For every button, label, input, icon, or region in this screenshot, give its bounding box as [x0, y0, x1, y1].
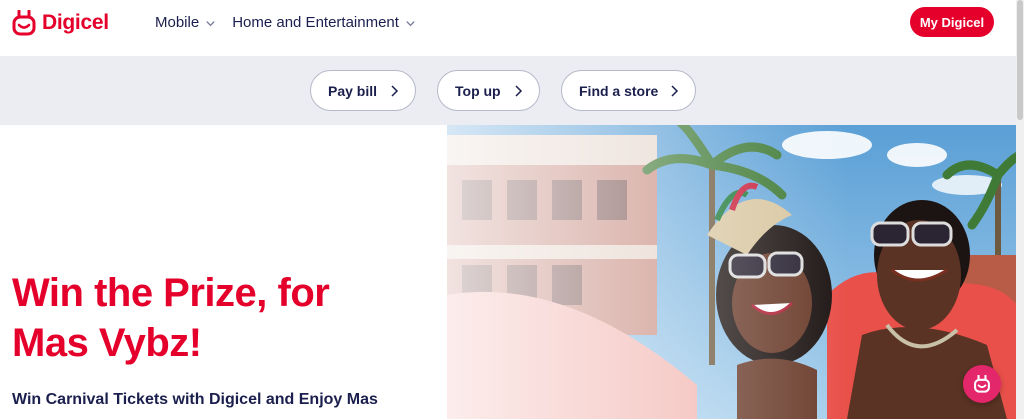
site-header: Digicel Mobile Home and Entertainment My…: [0, 0, 1016, 56]
digicel-logo[interactable]: Digicel: [12, 10, 109, 36]
top-up-button[interactable]: Top up: [437, 70, 540, 111]
top-up-label: Top up: [455, 82, 501, 99]
scrollbar-thumb[interactable]: [1017, 0, 1023, 120]
digicel-chat-icon: [974, 375, 990, 393]
hero-title-line-2: Mas Vybz!: [12, 321, 202, 365]
find-a-store-label: Find a store: [579, 82, 659, 99]
main-nav: Mobile Home and Entertainment: [155, 14, 416, 31]
pay-bill-label: Pay bill: [328, 82, 378, 99]
chevron-right-icon: [671, 84, 679, 97]
hero-title: Win the Prize, for Mas Vybz!: [12, 268, 412, 368]
chevron-down-icon: [406, 21, 415, 27]
hero-subtitle: Win Carnival Tickets with Digicel and En…: [12, 391, 378, 408]
nav-item-label: Mobile: [155, 14, 200, 31]
brand-name: Digicel: [42, 11, 109, 34]
chevron-down-icon: [206, 21, 215, 27]
quick-links-bar: Pay bill Top up Find a store: [0, 56, 1024, 125]
nav-item-home-entertainment[interactable]: Home and Entertainment: [232, 14, 416, 31]
nav-item-label: Home and Entertainment: [232, 14, 399, 31]
carnival-hero-image: [447, 125, 1022, 419]
chevron-right-icon: [515, 84, 523, 97]
hero-title-line-1: Win the Prize, for: [12, 271, 330, 315]
chat-button[interactable]: [963, 365, 1001, 403]
page-scrollbar[interactable]: [1016, 0, 1024, 419]
nav-item-mobile[interactable]: Mobile: [155, 14, 216, 31]
my-digicel-button[interactable]: My Digicel: [910, 7, 994, 37]
find-a-store-button[interactable]: Find a store: [561, 70, 696, 111]
digicel-smile-icon: [12, 10, 36, 36]
chevron-right-icon: [391, 84, 399, 97]
carnival-photo-illustration: [447, 125, 1022, 419]
pay-bill-button[interactable]: Pay bill: [310, 70, 416, 111]
